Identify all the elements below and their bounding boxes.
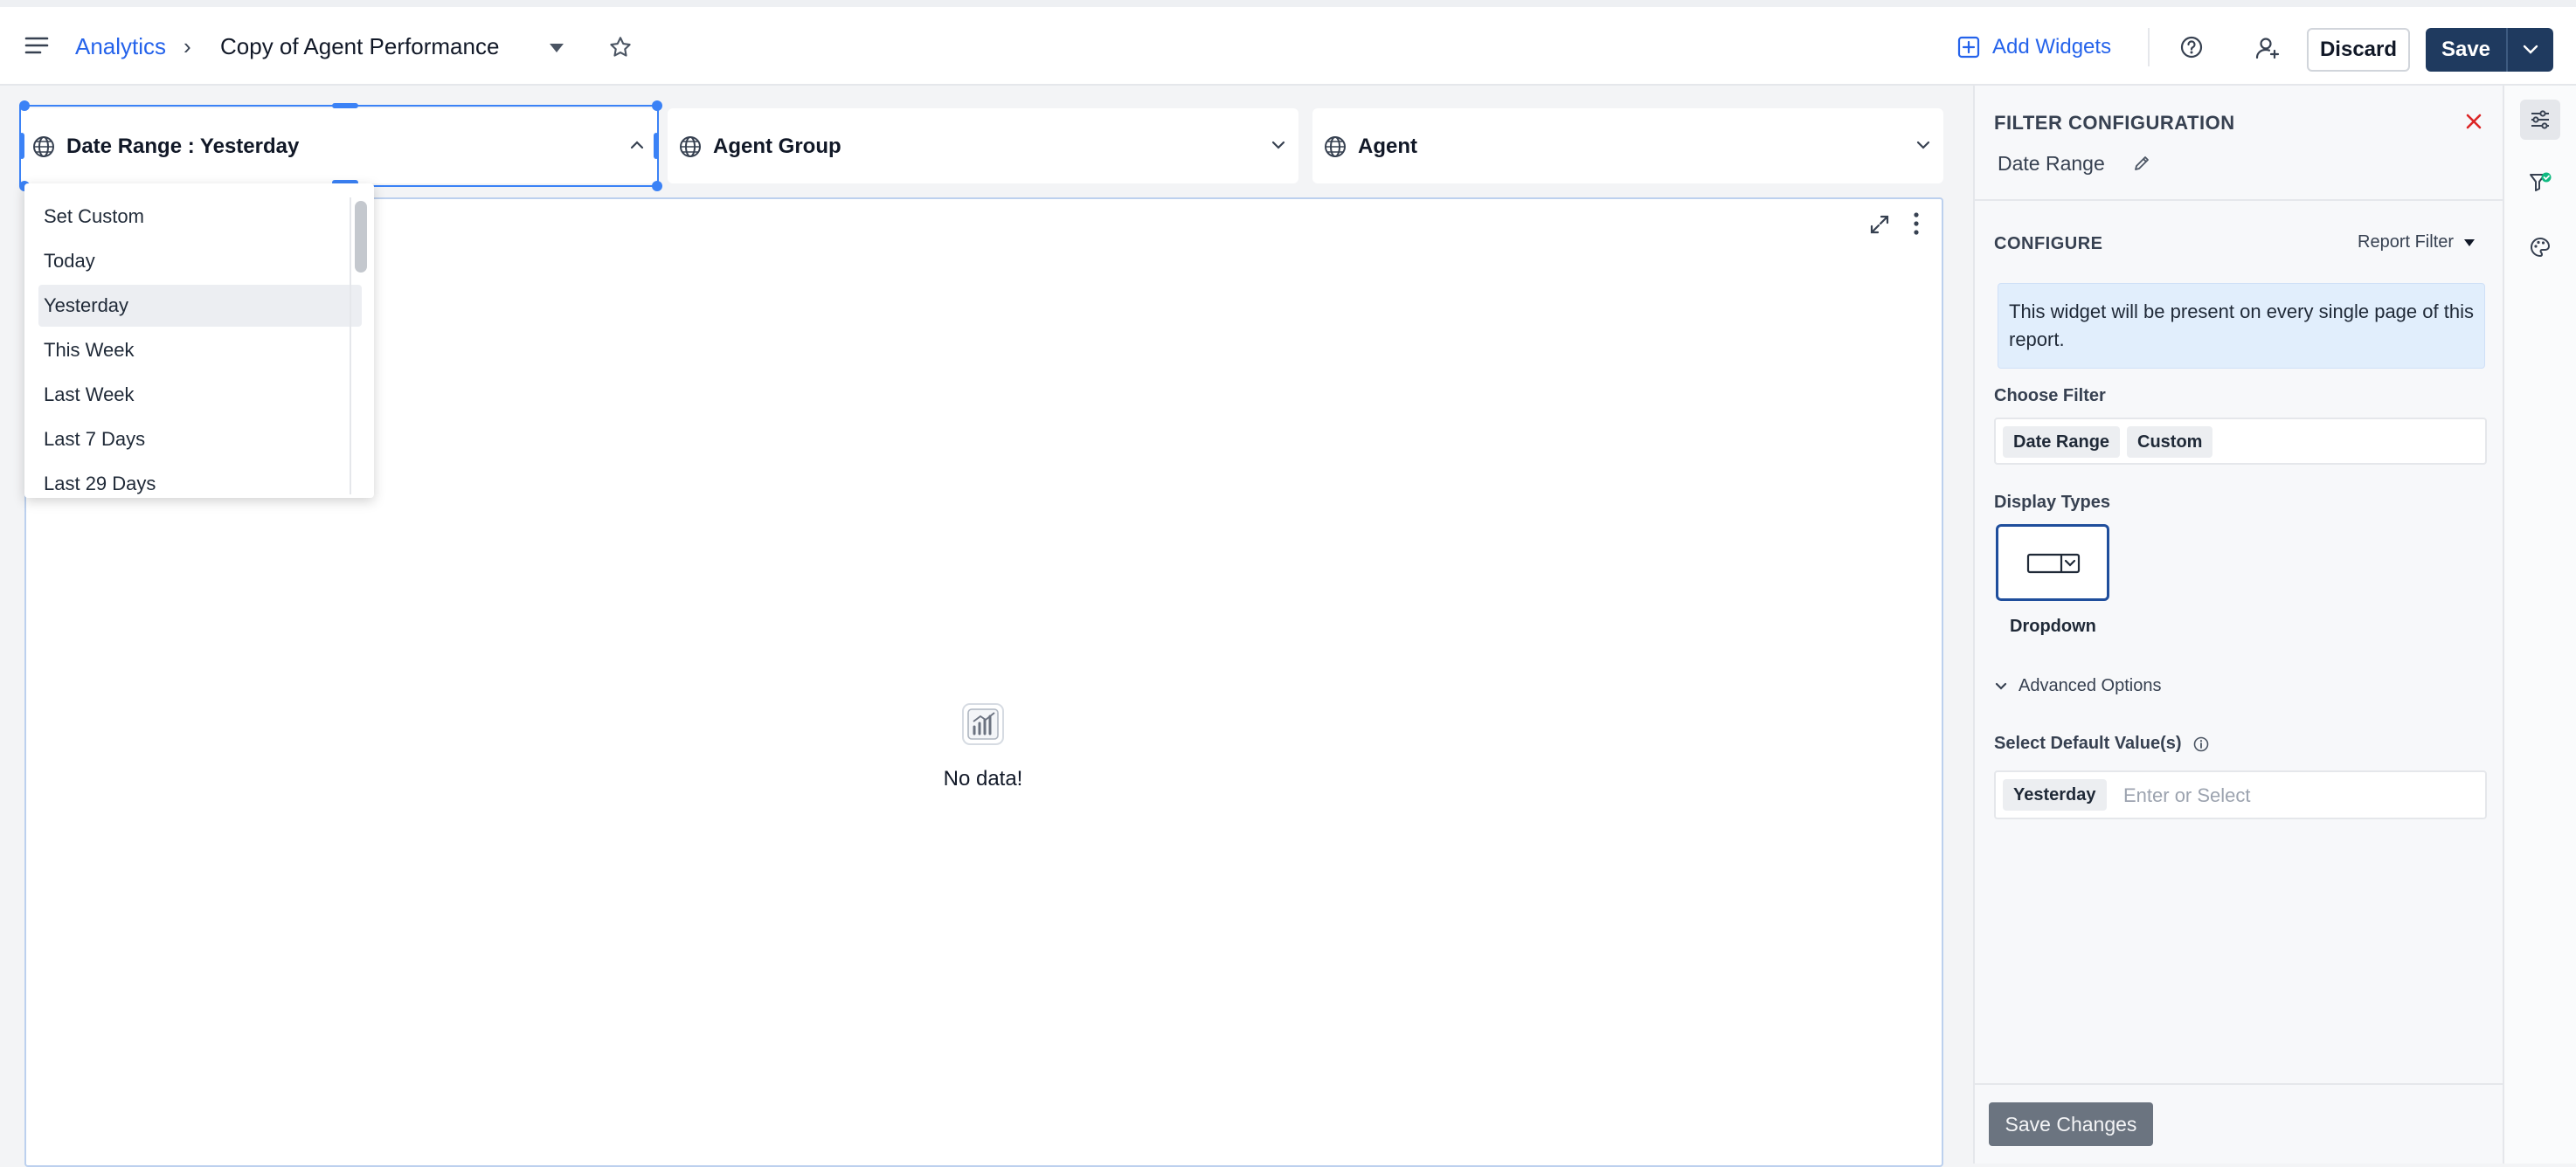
save-options-chevron-icon[interactable] [2508, 44, 2553, 56]
dropdown-scrollbar-track [350, 197, 351, 494]
chevron-down-icon[interactable] [1915, 140, 1931, 150]
display-types-label: Display Types [1994, 493, 2111, 512]
help-icon[interactable] [2179, 35, 2204, 59]
filter-name: Date Range [1998, 152, 2105, 175]
filter-date-range[interactable]: Date Range : Yesterday [21, 108, 657, 183]
close-icon[interactable] [2464, 112, 2483, 131]
info-banner: This widget will be present on every sin… [1998, 283, 2485, 369]
filter-date-range-label: Date Range : Yesterday [66, 135, 300, 158]
star-icon[interactable] [608, 35, 633, 59]
default-value-heading: Select Default Value(s) [1994, 734, 2210, 754]
filter-agent-label: Agent [1358, 135, 1417, 158]
report-title: Copy of Agent Performance [220, 33, 500, 59]
resize-handle-top-left[interactable] [19, 100, 30, 111]
dropdown-item-set-custom[interactable]: Set Custom [38, 196, 362, 238]
panel-footer-divider [1975, 1083, 2506, 1085]
dropdown-item-yesterday[interactable]: Yesterday [38, 285, 362, 327]
dropdown-item-this-week[interactable]: This Week [38, 329, 362, 371]
chevron-down-icon [1994, 681, 2008, 692]
add-widgets-label: Add Widgets [1992, 35, 2112, 59]
default-value-input[interactable]: Yesterday Enter or Select [1994, 770, 2487, 819]
globe-icon [31, 135, 56, 159]
menu-icon[interactable] [23, 31, 51, 59]
chevron-down-icon[interactable] [1271, 140, 1286, 150]
display-type-label: Dropdown [2010, 617, 2096, 636]
no-data-text: No data! [943, 767, 1023, 791]
resize-handle-bottom-right[interactable] [652, 181, 662, 191]
default-value-label: Select Default Value(s) [1994, 734, 2182, 753]
more-vertical-icon[interactable] [1912, 211, 1921, 236]
globe-icon [678, 135, 703, 159]
configure-heading: CONFIGURE [1994, 234, 2103, 253]
expand-icon[interactable] [1868, 213, 1891, 236]
palette-icon[interactable] [2520, 227, 2560, 267]
advanced-options-toggle[interactable]: Advanced Options [1994, 676, 2161, 696]
save-button-group: Save [2426, 28, 2553, 72]
share-user-icon[interactable] [2254, 35, 2281, 61]
dropdown-scrollbar-thumb[interactable] [355, 201, 367, 273]
report-filter-select[interactable]: Report Filter [2358, 232, 2476, 252]
breadcrumb-separator: › [184, 33, 191, 59]
dropdown-type-icon [2026, 551, 2081, 576]
resize-handle-top[interactable] [332, 103, 358, 108]
resize-handle-right[interactable] [654, 133, 659, 159]
dropdown-item-last-week[interactable]: Last Week [38, 374, 362, 416]
advanced-options-label: Advanced Options [2019, 676, 2162, 695]
resize-handle-top-right[interactable] [652, 100, 662, 111]
chevron-up-icon[interactable] [629, 140, 645, 150]
breadcrumb-analytics[interactable]: Analytics [75, 33, 166, 60]
caret-down-icon [2462, 238, 2476, 248]
filter-configuration-panel: FILTER CONFIGURATION Date Range CONFIGUR… [1973, 86, 2506, 1164]
filter-chip-custom[interactable]: Custom [2127, 426, 2213, 458]
dropdown-item-last-7-days[interactable]: Last 7 Days [38, 418, 362, 460]
filter-check-icon[interactable] [2520, 162, 2560, 203]
save-changes-button[interactable]: Save Changes [1989, 1102, 2153, 1146]
no-data-chart-icon [959, 701, 1007, 748]
filter-agent-group[interactable]: Agent Group [668, 108, 1298, 183]
filter-agent-group-label: Agent Group [713, 135, 841, 158]
globe-icon [1323, 135, 1347, 159]
panel-divider [1975, 199, 2506, 201]
edit-pencil-icon[interactable] [2132, 154, 2151, 173]
add-widgets-button[interactable]: Add Widgets [1957, 30, 2111, 65]
side-icon-rail [2504, 86, 2576, 1164]
report-filter-label: Report Filter [2358, 232, 2455, 252]
filter-agent[interactable]: Agent [1312, 108, 1943, 183]
info-icon[interactable] [2192, 735, 2210, 753]
default-value-placeholder: Enter or Select [2123, 784, 2251, 806]
top-bar: Analytics › Copy of Agent Performance Ad… [0, 0, 2576, 86]
toolbar-divider [2148, 28, 2150, 66]
default-value-chip[interactable]: Yesterday [2003, 779, 2107, 811]
date-range-dropdown-list: Set Custom Today Yesterday This Week Las… [24, 183, 374, 498]
resize-handle-left[interactable] [19, 133, 24, 159]
discard-button[interactable]: Discard [2307, 28, 2410, 72]
add-square-icon [1957, 36, 1980, 59]
dropdown-item-today[interactable]: Today [38, 240, 362, 282]
save-button[interactable]: Save [2426, 38, 2506, 62]
display-type-dropdown-option[interactable] [1996, 524, 2109, 601]
title-caret-down-icon[interactable] [547, 42, 566, 54]
choose-filter-field[interactable]: Date Range Custom [1994, 418, 2487, 465]
dropdown-item-last-29-days[interactable]: Last 29 Days [38, 463, 362, 498]
choose-filter-label: Choose Filter [1994, 386, 2106, 405]
configuration-sliders-icon[interactable] [2520, 100, 2560, 140]
panel-title: FILTER CONFIGURATION [1994, 112, 2235, 134]
filter-chip-date-range[interactable]: Date Range [2003, 426, 2121, 458]
